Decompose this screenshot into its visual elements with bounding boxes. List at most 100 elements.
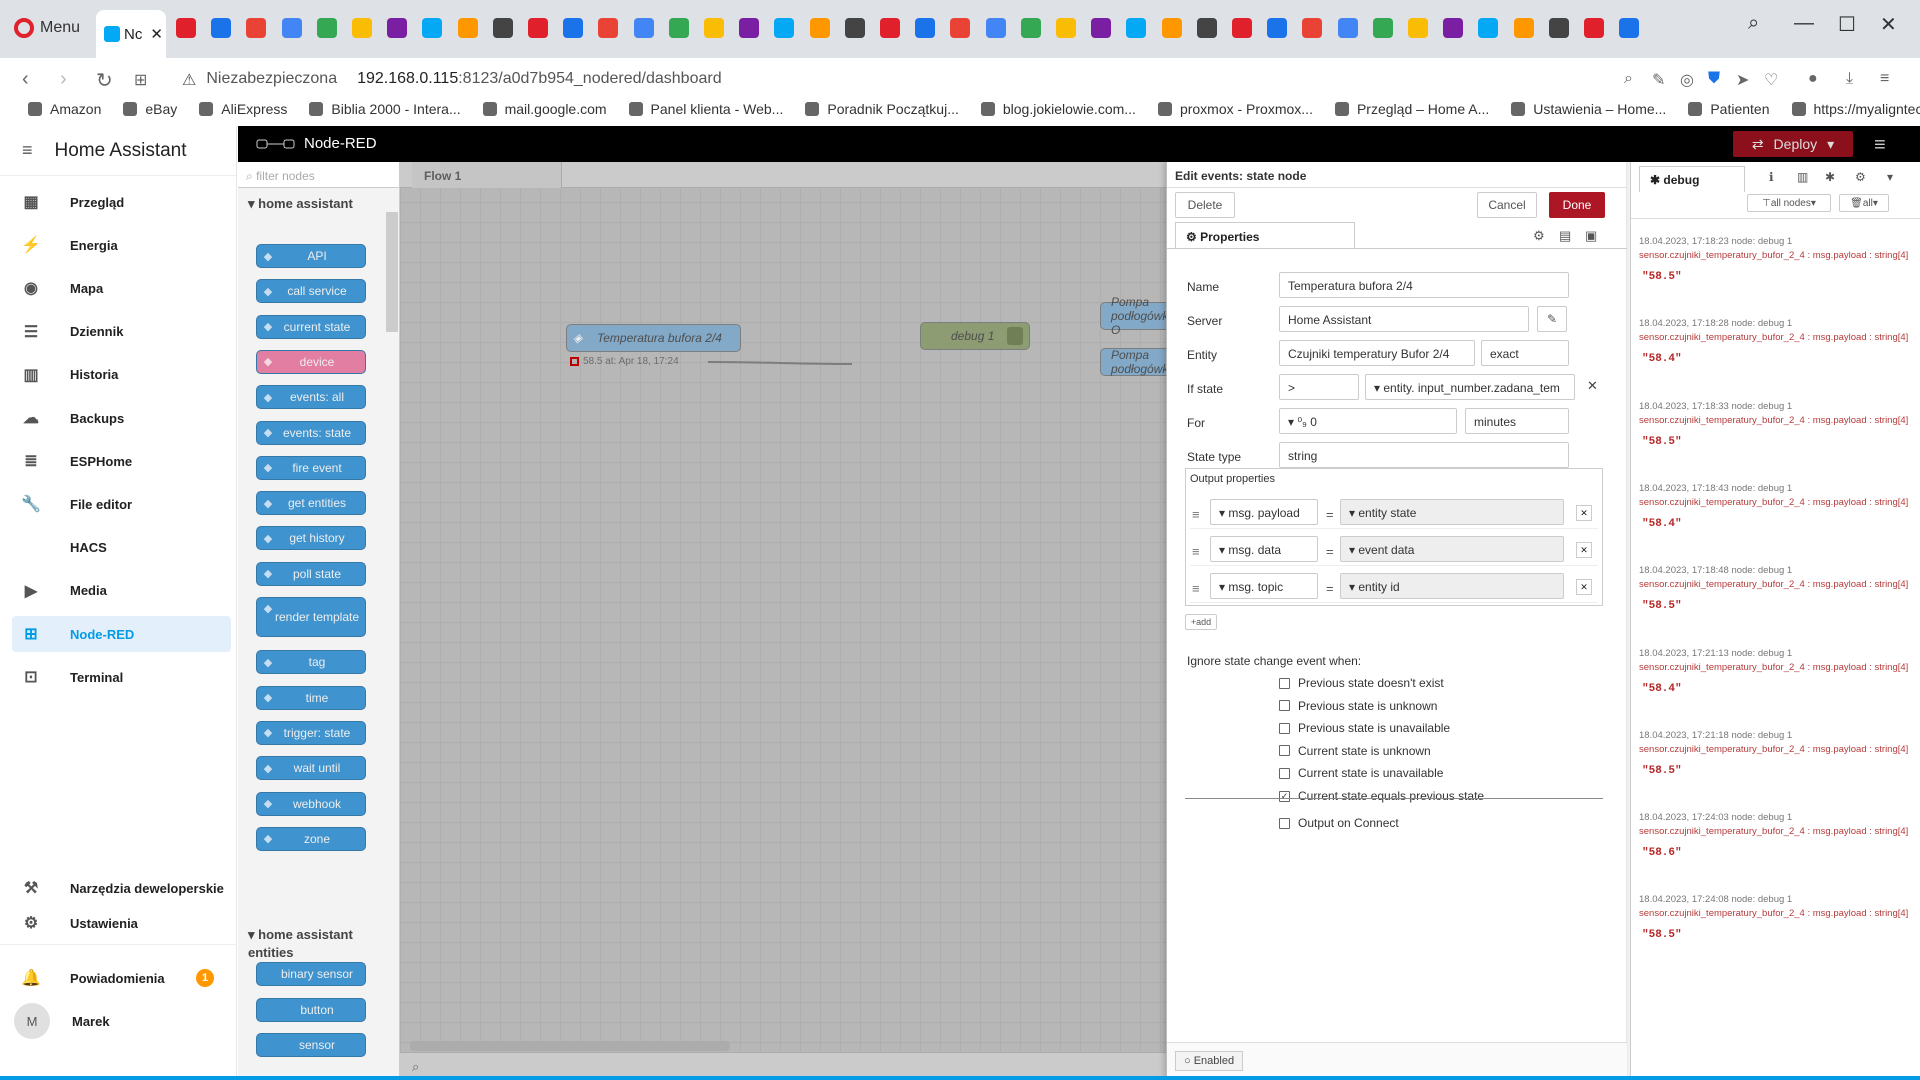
close-tab-icon[interactable]: ✕ (150, 25, 163, 43)
browser-tab-favicon-icon[interactable] (1443, 18, 1464, 38)
maximize-icon[interactable]: ☐ (1838, 12, 1856, 37)
browser-tab-favicon-icon[interactable] (492, 18, 513, 38)
sidebar-item-historia[interactable]: ▥ Historia (12, 357, 231, 393)
palette-node[interactable]: ◆ time (256, 685, 366, 710)
output-key-field[interactable]: ▾ msg. data (1210, 536, 1318, 562)
browser-tab-favicon-icon[interactable] (1056, 18, 1076, 38)
search-tabs-icon[interactable]: ⌕ (1748, 12, 1759, 35)
browser-tab-favicon-icon[interactable] (844, 18, 865, 38)
sidebar-item-user[interactable]: M Marek (12, 1003, 231, 1039)
browser-tab-favicon-icon[interactable] (1267, 18, 1288, 38)
ifstate-value-field[interactable]: ▾ entity. input_number.zadana_tem (1365, 374, 1575, 400)
checkbox-box[interactable] (1279, 745, 1290, 757)
browser-tab-favicon-icon[interactable] (739, 18, 760, 38)
remove-output-icon[interactable]: ✕ (1576, 505, 1592, 521)
info-icon[interactable]: ℹ (1769, 170, 1774, 184)
output-key-field[interactable]: ▾ msg. payload (1210, 499, 1318, 525)
ignore-checkbox[interactable]: Previous state is unknown (1279, 699, 1437, 713)
sidebar-item-hacs[interactable]: HACS (12, 530, 231, 566)
drag-handle-icon[interactable]: ≡ (1192, 507, 1200, 522)
browser-tab-favicon-icon[interactable] (880, 18, 900, 38)
clear-icon[interactable]: ✕ (1587, 378, 1598, 394)
debug-message[interactable]: 18.04.2023, 17:18:43 node: debug 1 sensor… (1639, 483, 1913, 530)
ifstate-operator-select[interactable]: > (1279, 374, 1359, 400)
minimize-icon[interactable]: — (1794, 12, 1814, 35)
palette-entity-node[interactable]: sensor (256, 1033, 366, 1057)
for-field[interactable]: ▾ ⁰₉ 0 (1279, 408, 1457, 434)
profile-icon[interactable]: ● (1808, 70, 1818, 88)
sidebar-item-settings[interactable]: ⚙ Ustawienia (12, 905, 231, 941)
menu-icon[interactable]: ≡ (1880, 70, 1889, 88)
browser-tab-favicon-icon[interactable] (598, 18, 619, 38)
sidebar-toggle-icon[interactable]: ≡ (22, 140, 33, 161)
delete-button[interactable]: Delete (1175, 192, 1235, 218)
palette-entity-node[interactable]: button (256, 997, 366, 1022)
bookmark-item[interactable]: Panel klienta - Web... (628, 101, 783, 117)
debug-message[interactable]: 18.04.2023, 17:21:18 node: debug 1 sensor… (1639, 730, 1913, 777)
browser-tab-favicon-icon[interactable] (1584, 18, 1604, 38)
browser-tab-favicon-icon[interactable] (316, 18, 337, 38)
flow-workspace[interactable]: Flow 1 ◈ Temperatura bufora 2/4 58.5 at:… (400, 162, 1180, 1080)
sidebar-item-dziennik[interactable]: ☰ Dziennik (12, 314, 231, 350)
debug-message[interactable]: 18.04.2023, 17:18:23 node: debug 1 sensor… (1639, 236, 1913, 283)
bookmark-item[interactable]: Biblia 2000 - Intera... (309, 101, 461, 117)
output-on-connect-checkbox[interactable]: Output on Connect (1279, 816, 1399, 830)
description-tab-icon[interactable]: ▤ (1559, 228, 1571, 244)
browser-tab-favicon-icon[interactable] (1091, 18, 1112, 38)
browser-tab-favicon-icon[interactable] (1372, 18, 1393, 38)
camera-icon[interactable]: ◎ (1680, 70, 1694, 90)
server-select[interactable]: Home Assistant (1279, 306, 1529, 332)
sidebar-item-media[interactable]: ▶ Media (12, 573, 231, 609)
ignore-checkbox[interactable]: Previous state doesn't exist (1279, 676, 1444, 690)
palette-entity-node[interactable]: binary sensor (256, 962, 366, 986)
palette-node[interactable]: ◆ current state (256, 314, 366, 339)
done-button[interactable]: Done (1549, 192, 1605, 218)
checkbox-box[interactable] (1279, 700, 1290, 712)
filter-nodes-select[interactable]: ⊤ all nodes ▾ (1747, 194, 1831, 212)
palette-node[interactable]: ◆ wait until (256, 756, 366, 781)
browser-tab-favicon-icon[interactable] (809, 18, 830, 38)
sidebar-item-esphome[interactable]: ≣ ESPHome (12, 443, 231, 479)
browser-tab-favicon-icon[interactable] (528, 18, 548, 38)
browser-tab-favicon-icon[interactable] (1478, 18, 1499, 38)
name-field[interactable]: Temperatura bufora 2/4 (1279, 272, 1569, 298)
palette-node[interactable]: ◆ trigger: state (256, 720, 366, 745)
appearance-tab-icon[interactable]: ▣ (1585, 228, 1597, 244)
checkbox-box[interactable] (1279, 817, 1290, 829)
browser-tab-favicon-icon[interactable] (774, 18, 795, 38)
sidebar-item-node-red[interactable]: ⊞ Node-RED (12, 616, 231, 652)
bookmark-item[interactable]: Ustawienia – Home... (1511, 101, 1666, 117)
bookmark-item[interactable]: https://myaligntech... (1791, 101, 1920, 117)
filter-nodes-input[interactable]: ⌕ filter nodes (238, 162, 399, 188)
browser-tab-favicon-icon[interactable] (1513, 18, 1534, 38)
chevron-down-icon[interactable]: ▾ (1827, 136, 1834, 153)
drag-handle-icon[interactable]: ≡ (1192, 544, 1200, 559)
close-window-icon[interactable]: ✕ (1880, 12, 1897, 37)
palette-node[interactable]: ◆ get history (256, 526, 366, 551)
remove-output-icon[interactable]: ✕ (1576, 542, 1592, 558)
browser-tab-favicon-icon[interactable] (1196, 18, 1217, 38)
ignore-checkbox[interactable]: Current state is unavailable (1279, 766, 1443, 780)
reload-icon[interactable]: ↻ (96, 68, 113, 93)
bookmark-item[interactable]: mail.google.com (482, 101, 607, 117)
edit-icon[interactable]: ✎ (1652, 70, 1665, 90)
browser-tab-favicon-icon[interactable] (176, 18, 196, 38)
book-icon[interactable]: ▥ (1797, 170, 1808, 184)
browser-tab-favicon-icon[interactable] (457, 18, 478, 38)
palette-node[interactable]: ◆ device (256, 349, 366, 374)
heart-icon[interactable]: ♡ (1764, 70, 1778, 90)
checkbox-box[interactable] (1279, 722, 1290, 734)
search-icon[interactable]: ⌕ (1624, 70, 1633, 88)
ignore-checkbox[interactable]: Current state is unknown (1279, 744, 1431, 758)
palette-node[interactable]: ◆ poll state (256, 561, 366, 586)
palette-node[interactable]: ◆ call service (256, 279, 366, 304)
drag-handle-icon[interactable]: ≡ (1192, 581, 1200, 596)
debug-message[interactable]: 18.04.2023, 17:18:33 node: debug 1 sensor… (1639, 401, 1913, 448)
gear-icon[interactable]: ⚙ (1855, 170, 1866, 184)
palette-node[interactable]: ◆ fire event (256, 455, 366, 480)
palette-node[interactable]: ◆ events: all (256, 385, 366, 410)
browser-tab-favicon-icon[interactable] (211, 18, 232, 38)
bookmark-item[interactable]: Poradnik Początkuj... (805, 101, 959, 117)
enabled-toggle[interactable]: ○ Enabled (1175, 1051, 1244, 1071)
browser-tab-favicon-icon[interactable] (704, 18, 724, 38)
